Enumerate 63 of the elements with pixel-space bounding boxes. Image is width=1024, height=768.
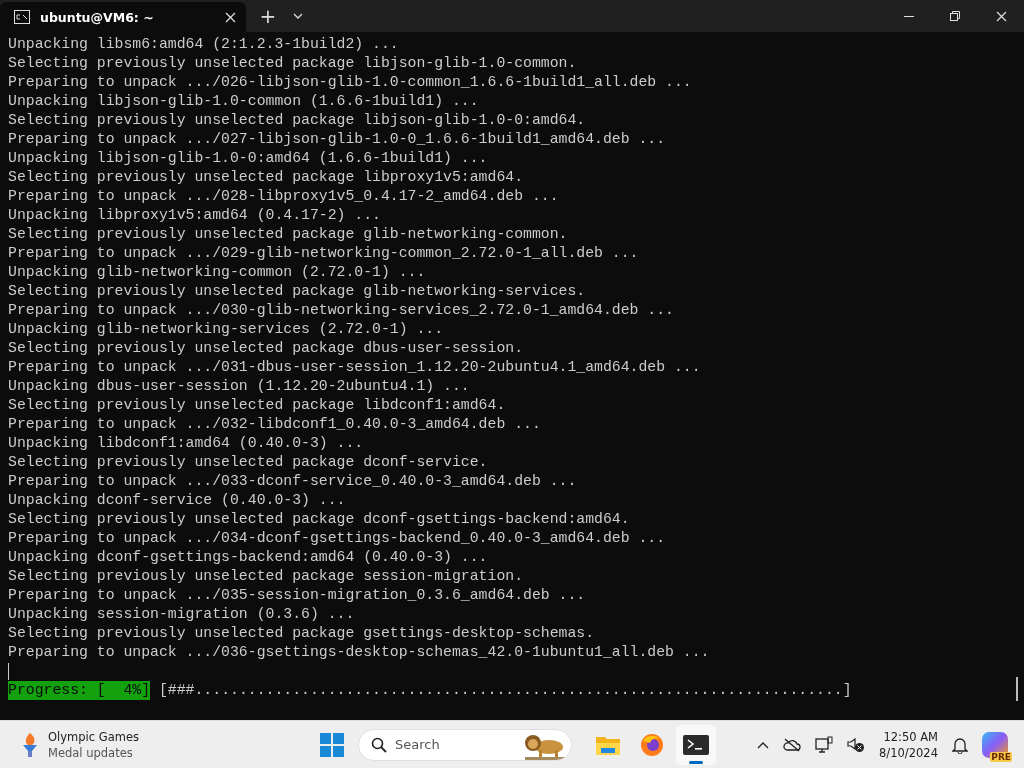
terminal-line: Preparing to unpack .../034-dconf-gsettings-backend_0.40.0-3_amd64.deb ... (8, 529, 667, 548)
widget-title[interactable]: Olympic Games (48, 728, 139, 745)
search-icon (371, 736, 387, 753)
terminal-line: Unpacking libsm6:amd64 (2:1.2.3-1build2) ... (8, 35, 400, 54)
terminal-line: Unpacking dconf-service (0.40.0-3) ... (8, 491, 347, 510)
terminal-line: Preparing to unpack .../030-glib-networking-services_2.72.0-1_amd64.deb ... (8, 301, 675, 320)
terminal-line: Selecting previously unselected package dbus-user-session. (8, 339, 524, 358)
close-icon[interactable] (995, 10, 1007, 22)
terminal-line: Selecting previously unselected package libproxy1v5:amd64. (8, 168, 524, 187)
terminal-line: Selecting previously unselected package session-migration. (8, 567, 524, 586)
terminal-line: Unpacking glib-networking-services (2.72.0-1) ... (8, 320, 445, 339)
console-icon (14, 10, 30, 24)
close-icon[interactable] (225, 11, 236, 23)
terminal-line: Selecting previously unselected package dconf-gsettings-backend:amd64. (8, 510, 631, 529)
clock-date[interactable]: 8/10/2024 (879, 744, 938, 761)
terminal-line: Unpacking dconf-gsettings-backend:amd64 (0.40.0-3) ... (8, 548, 489, 567)
windows-start-icon[interactable] (320, 732, 344, 757)
terminal-line: Selecting previously unselected package gsettings-desktop-schemas. (8, 624, 596, 643)
terminal-line: Unpacking session-migration (0.3.6) ... (8, 605, 356, 624)
bell-icon[interactable] (952, 735, 968, 754)
text-cursor (8, 663, 9, 680)
terminal-line: Selecting previously unselected package libdconf1:amd64. (8, 396, 507, 415)
terminal-line: Preparing to unpack .../033-dconf-service_0.40.0-3_amd64.deb ... (8, 472, 578, 491)
browser-icon (640, 732, 664, 757)
widget-subtitle[interactable]: Medal updates (48, 744, 139, 761)
terminal-line: Unpacking libdconf1:amd64 (0.40.0-3) ... (8, 434, 365, 453)
terminal-line: Preparing to unpack .../026-libjson-glib-1.0-common_1.6.6-1build1_all.deb ... (8, 73, 693, 92)
preview-badge: PRE (990, 751, 1012, 762)
tab-title: ubuntu@VM6: ~ (40, 9, 155, 25)
terminal-line: Unpacking dbus-user-session (1.12.20-2ubuntu4.1) ... (8, 377, 471, 396)
terminal-app-button[interactable] (676, 724, 716, 765)
terminal-tab[interactable]: ubuntu@VM6: ~ (0, 2, 246, 32)
progress-bar-text: [###.........................................................................] (158, 681, 852, 700)
clock-time[interactable]: 12:50 AM (883, 728, 938, 745)
terminal-line: Preparing to unpack .../035-session-migration_0.3.6_amd64.deb ... (8, 586, 587, 605)
terminal-line: Preparing to unpack .../032-libdconf1_0.40.0-3_amd64.deb ... (8, 415, 542, 434)
torch-icon (20, 731, 40, 758)
terminal-line: Selecting previously unselected package dconf-service. (8, 453, 489, 472)
terminal-line: Preparing to unpack .../028-libproxy1v5_0.4.17-2_amd64.deb ... (8, 187, 560, 206)
terminal-line: Unpacking glib-networking-common (2.72.0-1) ... (8, 263, 427, 282)
scrollbar-thumb[interactable] (1016, 677, 1018, 701)
terminal-line: Preparing to unpack .../029-glib-networking-common_2.72.0-1_all.deb ... (8, 244, 640, 263)
terminal-icon (683, 734, 709, 755)
terminal-line: Selecting previously unselected package glib-networking-common. (8, 225, 569, 244)
search-field[interactable]: Search (358, 728, 572, 761)
terminal-line: Selecting previously unselected package libjson-glib-1.0-common. (8, 54, 578, 73)
speaker-muted-icon[interactable] (847, 736, 866, 753)
terminal-line: Preparing to unpack .../036-gsettings-desktop-schemas_42.0-1ubuntu1_all.deb ... (8, 643, 711, 662)
network-icon[interactable] (815, 735, 834, 754)
chevron-up-icon[interactable] (757, 740, 770, 749)
restore-icon[interactable] (950, 11, 960, 21)
terminal-line: Selecting previously unselected package glib-networking-services. (8, 282, 587, 301)
terminal-line: Selecting previously unselected package libjson-glib-1.0-0:amd64. (8, 111, 587, 130)
chevron-down-icon[interactable] (293, 13, 303, 19)
terminal-line: Unpacking libjson-glib-1.0-common (1.6.6-1build1) ... (8, 92, 480, 111)
progress-label: Progress: [ 4%] (8, 681, 151, 700)
terminal-line: Unpacking libjson-glib-1.0-0:amd64 (1.6.6-1build1) ... (8, 149, 489, 168)
minimize-icon[interactable] (904, 15, 914, 17)
cloud-off-icon[interactable] (783, 737, 802, 752)
terminal-line: Unpacking libproxy1v5:amd64 (0.4.17-2) ... (8, 206, 382, 225)
new-tab-button[interactable]: + (246, 0, 290, 32)
terminal-line: Preparing to unpack .../027-libjson-glib-1.0-0_1.6.6-1build1_amd64.deb ... (8, 130, 667, 149)
terminal-line: Preparing to unpack .../031-dbus-user-session_1.12.20-2ubuntu4.1_amd64.deb ... (8, 358, 702, 377)
